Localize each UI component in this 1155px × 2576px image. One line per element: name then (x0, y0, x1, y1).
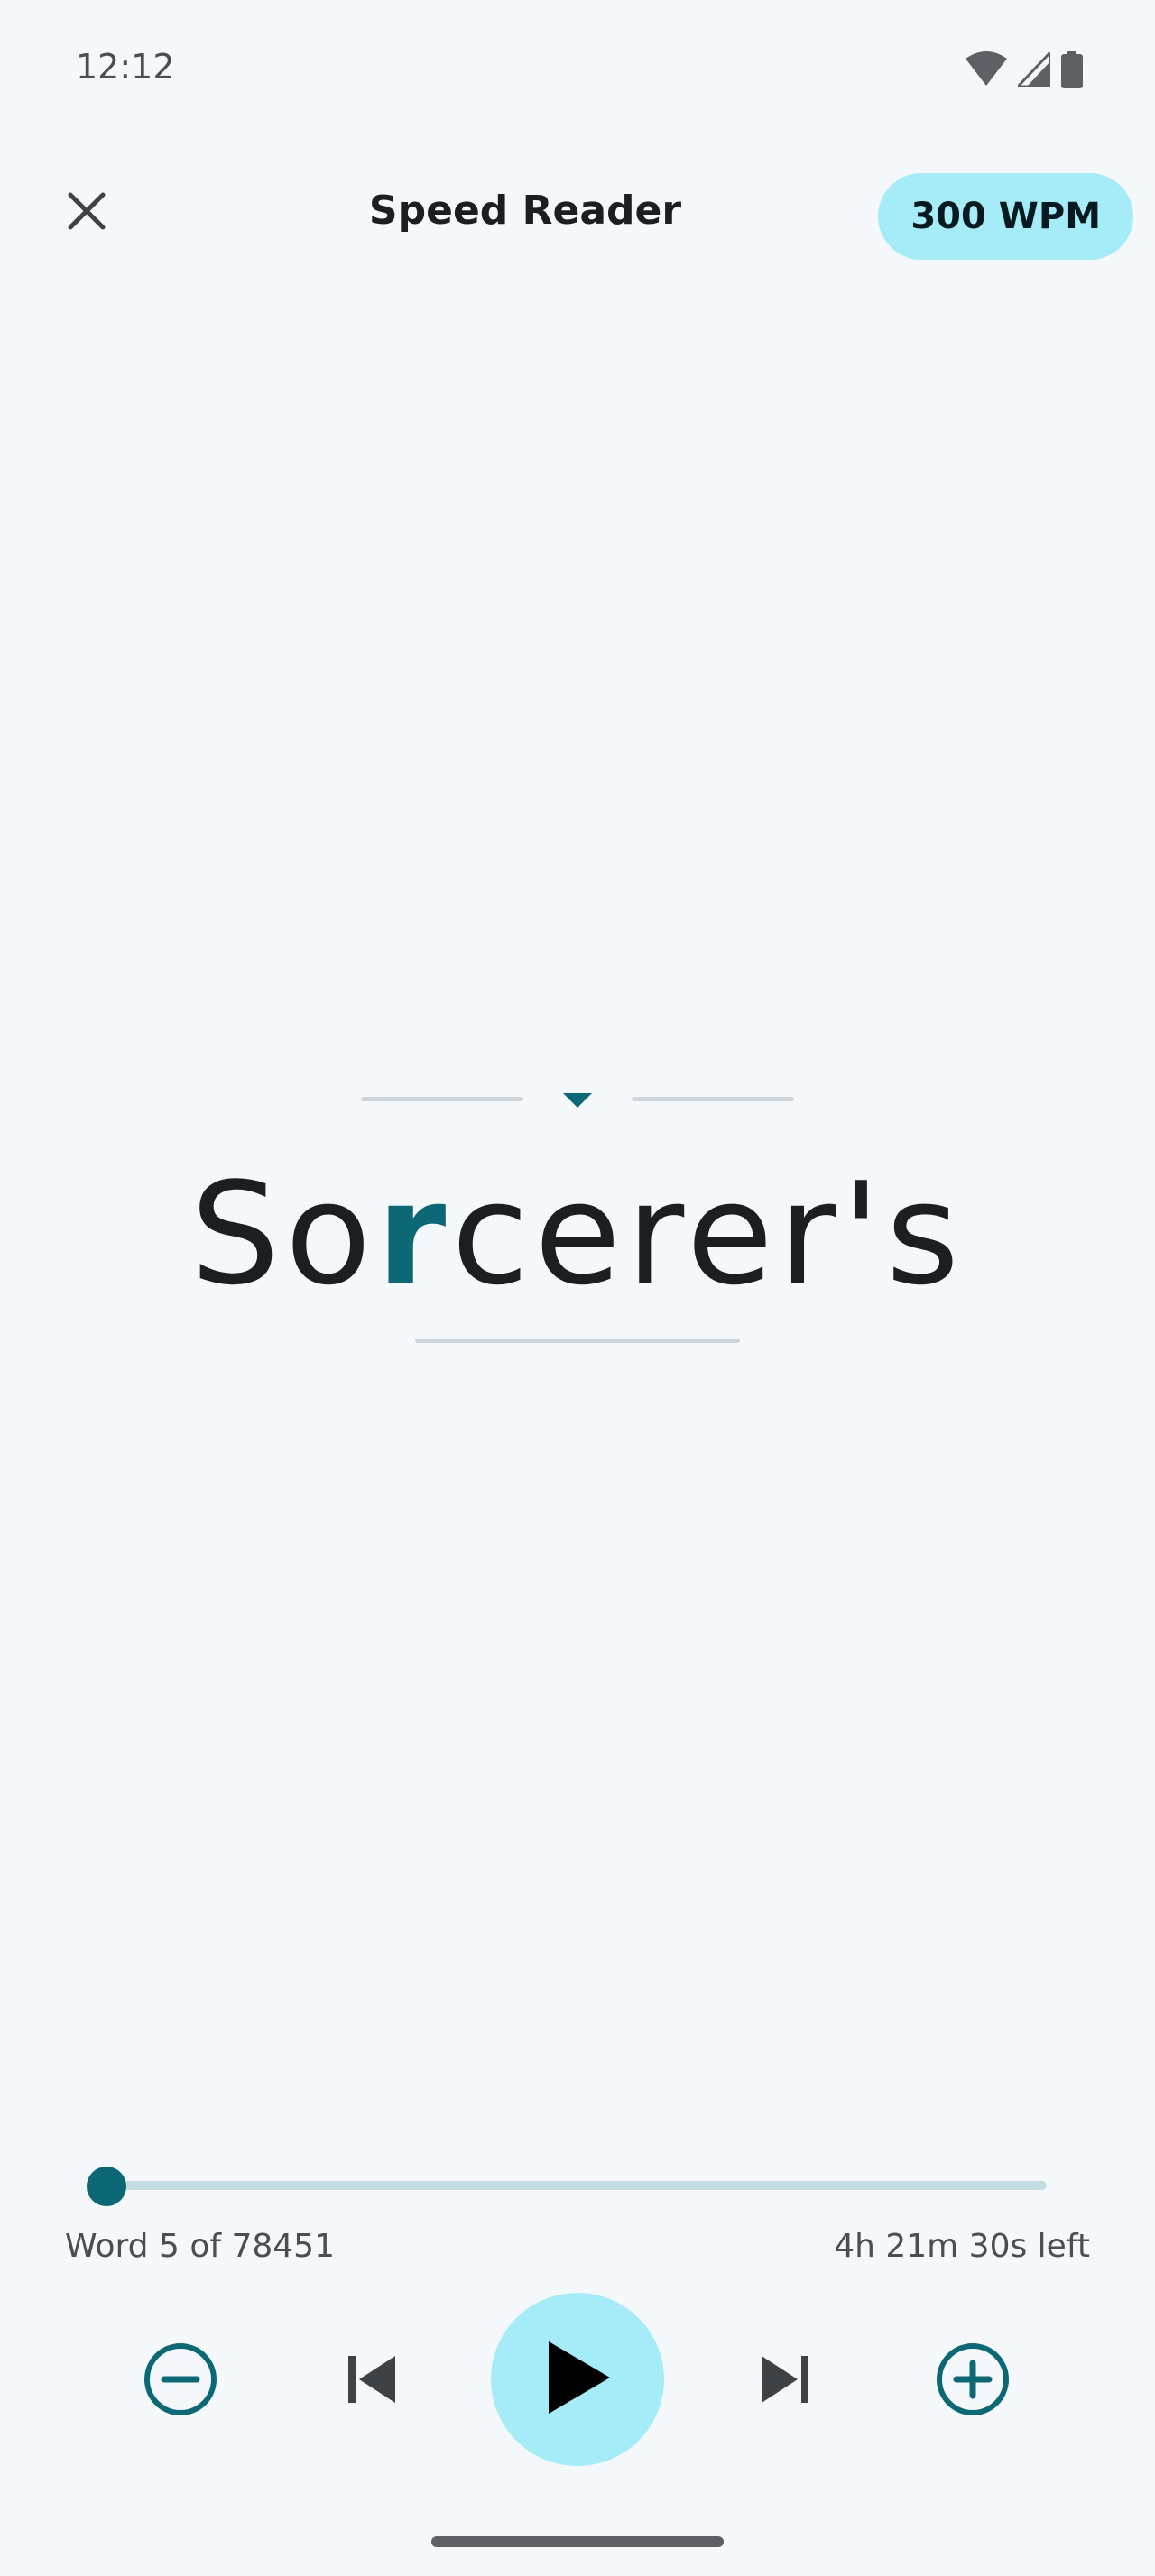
app-bar: Speed Reader 300 WPM (0, 162, 1155, 271)
status-bar: 12:12 (0, 0, 1155, 135)
previous-button[interactable] (332, 2341, 411, 2421)
word-focus-letter: r (376, 1152, 452, 1316)
guide-line-left (361, 1097, 523, 1101)
playback-controls (0, 2293, 1155, 2470)
wifi-icon (966, 51, 1007, 92)
battery-icon (1061, 51, 1083, 93)
increase-speed-button[interactable] (933, 2341, 1012, 2421)
word-prefix: So (189, 1152, 377, 1316)
decrease-speed-button[interactable] (141, 2341, 220, 2421)
plus-circle-icon (935, 2341, 1011, 2422)
focus-marker-icon (563, 1093, 592, 1108)
minus-circle-icon (143, 2341, 218, 2422)
progress-meta: Word 5 of 78451 4h 21m 30s left (65, 2228, 1090, 2273)
slider-track[interactable] (108, 2181, 1047, 2190)
current-word: Sorcerer's (0, 1153, 1155, 1315)
skip-previous-icon (343, 2351, 401, 2413)
wpm-chip-button[interactable]: 300 WPM (878, 173, 1133, 260)
reader-guide-bottom (415, 1339, 740, 1343)
reader-guide-top (0, 1086, 1155, 1122)
status-time: 12:12 (76, 47, 175, 87)
slider-thumb[interactable] (87, 2167, 127, 2206)
play-button[interactable] (491, 2293, 664, 2466)
cell-signal-icon (1014, 49, 1052, 91)
word-suffix: cerer's (451, 1152, 966, 1316)
guide-line-right (632, 1097, 794, 1101)
play-icon (541, 2338, 614, 2422)
status-icons (966, 49, 1083, 93)
next-button[interactable] (745, 2341, 825, 2421)
progress-slider[interactable] (87, 2167, 1047, 2206)
time-left-label: 4h 21m 30s left (834, 2228, 1090, 2265)
skip-next-icon (756, 2351, 814, 2413)
word-position-label: Word 5 of 78451 (65, 2228, 335, 2265)
home-indicator[interactable] (431, 2536, 724, 2547)
